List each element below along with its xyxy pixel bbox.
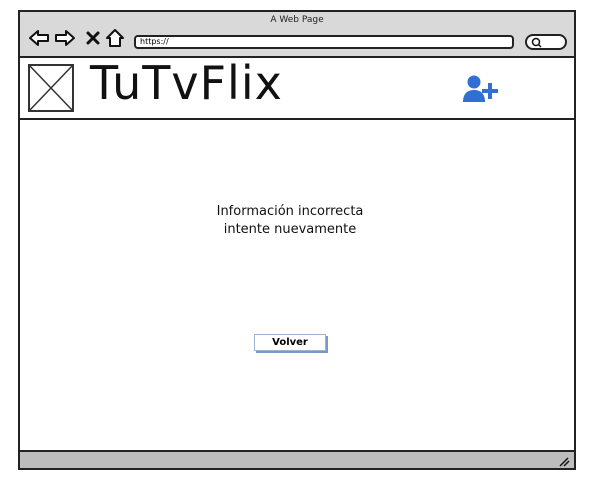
home-icon[interactable] [104,27,126,49]
resize-grip-icon[interactable] [558,455,570,467]
browser-titlebar: A Web Page https:// [20,12,574,58]
error-message-line1: Información incorrecta [216,204,364,219]
user-plus-icon[interactable] [462,74,500,104]
window-title: A Web Page [270,15,324,25]
address-bar[interactable]: https:// [134,35,514,49]
image-placeholder-icon [28,64,74,112]
error-message-line2: intente nuevamente [223,222,357,237]
browser-window: A Web Page https:// TuTvFlix Información… [18,10,576,470]
back-icon[interactable] [28,27,50,49]
forward-icon[interactable] [54,27,76,49]
close-icon[interactable] [82,27,104,49]
volver-button[interactable]: Volver [254,334,326,351]
search-box[interactable] [525,34,567,50]
search-icon [531,37,542,48]
site-header: TuTvFlix [20,56,574,120]
main-content: Información incorrecta intente nuevament… [20,120,574,452]
status-bar [20,450,574,468]
brand-title: TuTvFlix [90,56,283,110]
